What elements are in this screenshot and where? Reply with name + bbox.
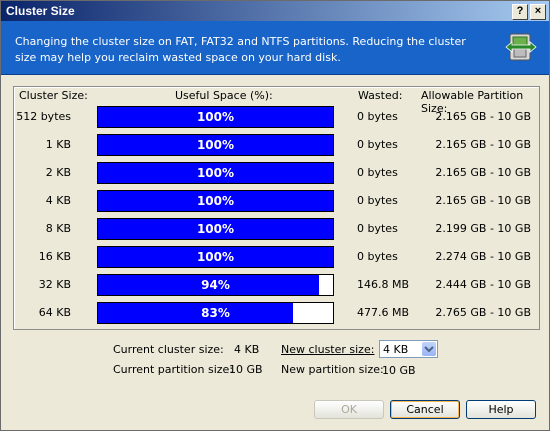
useful-space-percent: 100% — [196, 110, 235, 124]
row-wasted: 0 bytes — [357, 250, 398, 263]
row-cluster-size: 32 KB — [38, 278, 71, 291]
current-cluster-label: Current cluster size: — [113, 343, 224, 356]
header-banner: Changing the cluster size on FAT, FAT32 … — [1, 21, 549, 75]
row-allowable-size: 2.165 GB - 10 GB — [435, 194, 531, 207]
help-button[interactable]: Help — [466, 400, 536, 419]
row-wasted: 0 bytes — [357, 110, 398, 123]
row-cluster-size: 2 KB — [45, 166, 71, 179]
useful-space-percent: 100% — [196, 222, 235, 236]
useful-space-percent: 100% — [196, 250, 235, 264]
cancel-button[interactable]: Cancel — [390, 400, 460, 419]
row-allowable-size: 2.165 GB - 10 GB — [435, 138, 531, 151]
useful-space-bar: 100% — [97, 246, 334, 268]
row-wasted: 146.8 MB — [357, 278, 410, 291]
row-allowable-size: 2.765 GB - 10 GB — [435, 306, 531, 319]
useful-space-bar: 94% — [97, 274, 334, 296]
useful-space-percent: 94% — [201, 278, 230, 292]
row-wasted: 0 bytes — [357, 166, 398, 179]
row-cluster-size: 64 KB — [38, 306, 71, 319]
new-partition-label: New partition size: — [281, 363, 384, 376]
useful-space-bar: 83% — [97, 302, 334, 324]
new-cluster-size-select[interactable]: 4 KB — [379, 340, 438, 358]
ok-button[interactable]: OK — [314, 400, 384, 419]
row-allowable-size: 2.165 GB - 10 GB — [435, 166, 531, 179]
window-title: Cluster Size — [6, 4, 75, 18]
title-bar[interactable]: Cluster Size ? × — [1, 1, 549, 21]
current-partition-label: Current partition size: — [113, 363, 234, 376]
row-allowable-size: 2.165 GB - 10 GB — [435, 110, 531, 123]
row-wasted: 477.6 MB — [357, 306, 410, 319]
row-cluster-size: 512 bytes — [16, 110, 71, 123]
useful-space-bar: 100% — [97, 190, 334, 212]
disk-resize-icon — [505, 33, 537, 61]
row-cluster-size: 1 KB — [45, 138, 71, 151]
dropdown-arrow[interactable] — [422, 342, 436, 356]
header-cluster-size: Cluster Size: — [19, 89, 88, 102]
header-wasted: Wasted: — [358, 89, 403, 102]
new-partition-value: 10 GB — [382, 364, 416, 377]
useful-space-bar: 100% — [97, 134, 334, 156]
new-cluster-size-value: 4 KB — [383, 343, 409, 356]
help-title-button[interactable]: ? — [512, 4, 528, 20]
close-button[interactable]: × — [530, 4, 546, 20]
useful-space-percent: 83% — [201, 306, 230, 320]
useful-space-percent: 100% — [196, 138, 235, 152]
new-cluster-label: New cluster size: — [281, 343, 375, 356]
useful-space-percent: 100% — [196, 166, 235, 180]
row-cluster-size: 16 KB — [38, 250, 71, 263]
current-partition-value: 10 GB — [229, 363, 263, 376]
chevron-down-icon — [424, 346, 434, 353]
cluster-size-dialog: Cluster Size ? × Changing the cluster si… — [0, 0, 550, 431]
row-wasted: 0 bytes — [357, 194, 398, 207]
useful-space-bar: 100% — [97, 162, 334, 184]
useful-space-percent: 100% — [196, 194, 235, 208]
row-wasted: 0 bytes — [357, 138, 398, 151]
header-useful-space: Useful Space (%): — [175, 89, 273, 102]
row-wasted: 0 bytes — [357, 222, 398, 235]
row-cluster-size: 8 KB — [45, 222, 71, 235]
useful-space-bar: 100% — [97, 218, 334, 240]
current-cluster-value: 4 KB — [234, 343, 260, 356]
row-allowable-size: 2.444 GB - 10 GB — [435, 278, 531, 291]
row-cluster-size: 4 KB — [45, 194, 71, 207]
row-allowable-size: 2.199 GB - 10 GB — [435, 222, 531, 235]
useful-space-bar: 100% — [97, 106, 334, 128]
row-allowable-size: 2.274 GB - 10 GB — [435, 250, 531, 263]
header-description: Changing the cluster size on FAT, FAT32 … — [15, 35, 466, 64]
